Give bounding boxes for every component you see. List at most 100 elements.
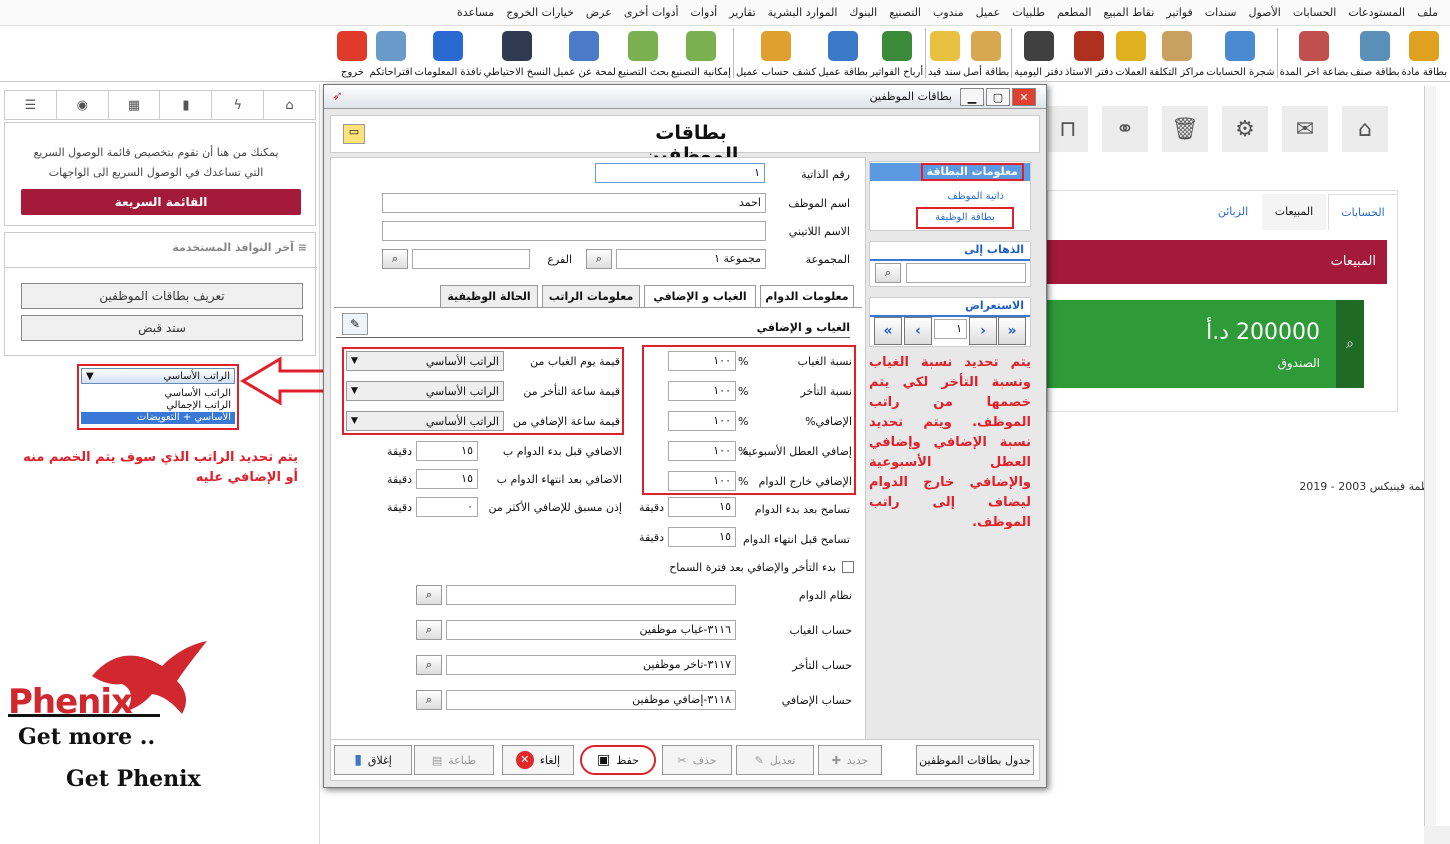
- menu-item[interactable]: فواتير: [1160, 6, 1198, 19]
- cancel-button[interactable]: إلغاء ✕: [502, 745, 574, 775]
- search-icon[interactable]: ⌕: [416, 585, 442, 605]
- maximize-icon[interactable]: ▢: [986, 88, 1010, 106]
- salary-basis-select[interactable]: الراتب الأساسي ▼: [346, 411, 504, 431]
- latin-name-input[interactable]: [382, 221, 766, 241]
- rate-input[interactable]: ١٠٠: [668, 351, 736, 371]
- rate-input[interactable]: ١٠٠: [668, 411, 736, 431]
- folder-icon[interactable]: ▭: [343, 124, 365, 144]
- menu-item[interactable]: الحسابات: [1287, 6, 1342, 19]
- toolbar-button[interactable]: بطاقة عميل: [817, 26, 869, 80]
- card-info-header[interactable]: معلومات البطاقة: [920, 163, 1024, 181]
- trash-icon[interactable]: 🗑: [1162, 106, 1208, 152]
- menu-item[interactable]: المستودعات: [1342, 6, 1411, 19]
- search-icon[interactable]: ⌕: [875, 263, 901, 283]
- toolbar-button[interactable]: بطاقة مادة: [1401, 26, 1448, 80]
- page-scrollbar[interactable]: [1424, 86, 1436, 826]
- salary-dropdown[interactable]: الراتب الأساسي ▼: [81, 368, 235, 384]
- account-input[interactable]: ٣١١٧-تاخر موظفين: [446, 655, 736, 675]
- minutes-input[interactable]: ٠: [416, 497, 478, 517]
- menu-item[interactable]: أدوات أخرى: [618, 6, 685, 19]
- menu-item[interactable]: التصنيع: [883, 6, 927, 19]
- search-icon[interactable]: ⌕: [416, 655, 442, 675]
- next-record-icon[interactable]: ›: [969, 317, 997, 345]
- toolbar-button[interactable]: سند قيد: [927, 26, 962, 80]
- toolbar-button[interactable]: بطاقة صنف: [1349, 26, 1400, 80]
- lock-icon[interactable]: ⊓: [1048, 106, 1088, 152]
- mail-icon[interactable]: ✉: [1282, 106, 1328, 152]
- tab-sales[interactable]: المبيعات: [1262, 194, 1326, 230]
- delete-button[interactable]: حذف ✂: [662, 745, 732, 775]
- tolerance-input[interactable]: ١٥: [668, 497, 736, 517]
- menu-item[interactable]: الموارد البشرية: [762, 6, 844, 19]
- menu-item[interactable]: نقاط المبيع: [1097, 6, 1160, 19]
- rss-icon[interactable]: ◉: [55, 91, 108, 119]
- menu-item[interactable]: البنوك: [843, 6, 883, 19]
- tolerance-input[interactable]: ١٥: [668, 527, 736, 547]
- menu-item[interactable]: ملف: [1411, 6, 1444, 19]
- menu-item[interactable]: مساعدة: [451, 6, 500, 19]
- toolbar-button[interactable]: دفتر اليومية: [1013, 26, 1064, 80]
- account-input[interactable]: ٣١١٦-غياب موظفين: [446, 620, 736, 640]
- previous-record-icon[interactable]: ‹: [904, 317, 932, 345]
- bolt-icon[interactable]: ϟ: [211, 91, 263, 119]
- home-icon[interactable]: ⌂: [263, 91, 315, 119]
- bookmark-icon[interactable]: ▮: [159, 91, 211, 119]
- tab-absence-overtime[interactable]: الغياب و الإضافي: [644, 285, 756, 307]
- last-record-icon[interactable]: »: [998, 317, 1026, 345]
- close-icon[interactable]: ✕: [1012, 88, 1036, 106]
- toolbar-button[interactable]: بطاقة أصل: [962, 26, 1010, 80]
- menu-item[interactable]: عرض: [580, 6, 618, 19]
- toolbar-button[interactable]: النسخ الاحتياطي: [483, 26, 552, 80]
- tab-salary-info[interactable]: معلومات الراتب: [542, 285, 640, 307]
- dropdown-option[interactable]: الراتب الإجمالي: [81, 400, 235, 412]
- tab-job-status[interactable]: الحالة الوظيفية: [440, 285, 538, 307]
- grace-period-checkbox[interactable]: [842, 561, 854, 573]
- recent-receipt-voucher[interactable]: سند قبض: [21, 315, 303, 341]
- home-icon[interactable]: ⌂: [1342, 106, 1388, 152]
- record-number[interactable]: ١: [934, 319, 967, 339]
- gear-icon[interactable]: ⚙: [1222, 106, 1268, 152]
- salary-basis-select[interactable]: الراتب الأساسي ▼: [346, 381, 504, 401]
- menu-item[interactable]: مندوب: [927, 6, 970, 19]
- menu-item[interactable]: سندات: [1199, 6, 1243, 19]
- search-icon[interactable]: ⌕: [586, 249, 612, 269]
- salary-basis-select[interactable]: الراتب الأساسي ▼: [346, 351, 504, 371]
- side-link-self[interactable]: ذاتية الموظف: [924, 191, 1004, 202]
- side-link-job[interactable]: بطاقة الوظيفة: [916, 207, 1014, 229]
- rate-input[interactable]: ١٠٠: [668, 471, 736, 491]
- tab-accounts[interactable]: الحسابات: [1328, 194, 1398, 230]
- tab-customers[interactable]: الزبائن: [1206, 194, 1260, 230]
- employee-table-button[interactable]: جدول بطاقات الموظفين: [916, 745, 1034, 775]
- goto-input[interactable]: [906, 263, 1026, 283]
- branch-input[interactable]: [412, 249, 530, 269]
- group-input[interactable]: مجموعة ١: [616, 249, 766, 269]
- menu-item[interactable]: المطعم: [1051, 6, 1097, 19]
- first-record-icon[interactable]: «: [874, 317, 902, 345]
- toolbar-button[interactable]: بضاعة اخر المدة: [1279, 26, 1350, 80]
- minimize-icon[interactable]: ▁: [960, 88, 984, 106]
- tab-work-info[interactable]: معلومات الدوام: [760, 285, 854, 307]
- quick-list-button[interactable]: القائمة السريعة: [21, 189, 301, 215]
- toolbar-button[interactable]: نافذة المعلومات: [414, 26, 483, 80]
- toolbar-button[interactable]: شجرة الحسابات: [1205, 26, 1275, 80]
- recent-employee-cards[interactable]: تعريف بطاقات الموظفين: [21, 283, 303, 309]
- toolbar-button[interactable]: أرباح الفواتير: [869, 26, 924, 80]
- minutes-input[interactable]: ١٥: [416, 469, 478, 489]
- close-button[interactable]: إغلاق ▮: [334, 745, 412, 775]
- menu-item[interactable]: الأصول: [1243, 6, 1287, 19]
- link-icon[interactable]: ⚭: [1102, 106, 1148, 152]
- employee-name-input[interactable]: احمد: [382, 193, 766, 213]
- new-button[interactable]: جديد ✚: [818, 745, 882, 775]
- toolbar-button[interactable]: العملات: [1114, 26, 1148, 80]
- toolbar-button[interactable]: كشف حساب عميل: [735, 26, 817, 80]
- list-icon[interactable]: ☰: [5, 91, 56, 119]
- toolbar-button[interactable]: بحث التصنيع: [617, 26, 670, 80]
- search-icon[interactable]: ⌕: [1336, 300, 1364, 388]
- dropdown-option[interactable]: الراتب الأساسي: [81, 388, 235, 400]
- menu-item[interactable]: خيارات الخروج: [500, 6, 580, 19]
- search-icon[interactable]: ⌕: [416, 690, 442, 710]
- toolbar-button[interactable]: مراكز التكلفة: [1148, 26, 1205, 80]
- menu-item[interactable]: عميل: [970, 6, 1007, 19]
- search-icon[interactable]: ⌕: [416, 620, 442, 640]
- account-input[interactable]: ٣١١٨-إضافي موظفين: [446, 690, 736, 710]
